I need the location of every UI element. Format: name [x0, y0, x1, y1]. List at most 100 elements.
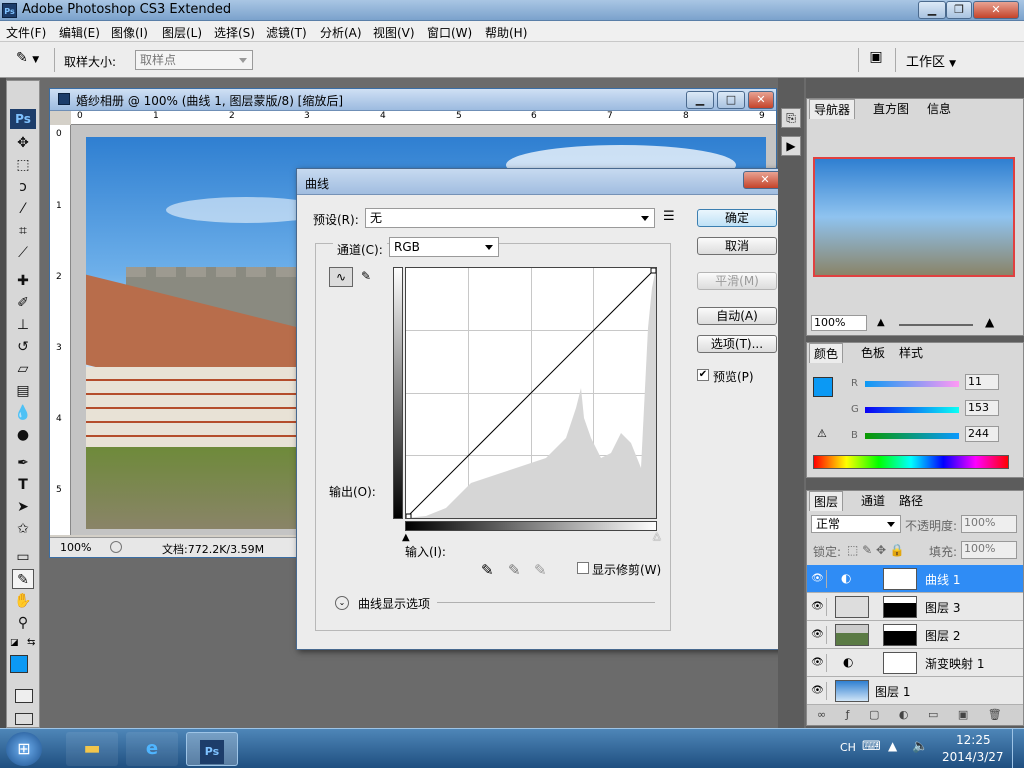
color-spectrum-ramp[interactable]	[813, 455, 1009, 469]
zoom-in-icon[interactable]: ▲	[985, 315, 994, 329]
dodge-tool-icon[interactable]: ●	[12, 425, 34, 445]
layer-1[interactable]: 👁 图层 1	[807, 677, 1023, 705]
green-value-field[interactable]: 153	[965, 400, 999, 416]
tab-styles[interactable]: 样式	[895, 343, 927, 363]
tab-swatches[interactable]: 色板	[857, 343, 889, 363]
ie-taskbar-button[interactable]: e	[126, 732, 178, 766]
curve-point[interactable]	[406, 513, 412, 518]
type-tool-icon[interactable]: T	[12, 475, 34, 495]
clock-date[interactable]: 2014/3/27	[942, 750, 1004, 764]
menu-view[interactable]: 视图(V)	[373, 24, 415, 41]
eraser-tool-icon[interactable]: ▱	[12, 359, 34, 379]
menu-image[interactable]: 图像(I)	[111, 24, 148, 41]
magic-wand-tool-icon[interactable]: ⁄	[12, 199, 34, 219]
workspace-button[interactable]: 工作区 ▼	[906, 51, 956, 70]
blend-mode-select[interactable]: 正常	[811, 515, 901, 533]
opacity-field[interactable]: 100%	[961, 515, 1017, 533]
tab-color[interactable]: 颜色	[809, 343, 844, 363]
curve-edit-points-button[interactable]: ∿	[329, 267, 353, 287]
ok-button[interactable]: 确定	[697, 209, 777, 227]
crop-tool-icon[interactable]: ⌗	[12, 221, 34, 241]
eye-icon[interactable]: 👁	[809, 598, 827, 616]
notes-tool-icon[interactable]: ▭	[12, 547, 34, 567]
black-point-slider[interactable]: ▲	[402, 532, 410, 543]
layers-panel-footer[interactable]: ∞ ƒ ▢ ◐ ▭ ▣ 🗑	[807, 705, 1023, 725]
gray-eyedropper-icon[interactable]: ✎	[508, 561, 521, 579]
menu-layer[interactable]: 图层(L)	[162, 24, 202, 41]
white-point-slider[interactable]: △	[653, 531, 661, 542]
green-slider[interactable]	[865, 407, 959, 413]
zoom-tool-icon[interactable]: ⚲	[12, 613, 34, 633]
doc-minimize-button[interactable]: ▁	[686, 91, 714, 109]
sample-size-select[interactable]: 取样点	[135, 50, 253, 70]
curve-graph[interactable]	[405, 267, 657, 519]
dialog-title-bar[interactable]: 曲线 ✕	[297, 169, 793, 195]
show-desktop-button[interactable]	[1012, 729, 1024, 768]
file-browser-button[interactable]: ▣	[864, 49, 888, 71]
out-of-gamut-icon[interactable]: ⚠	[817, 427, 827, 440]
pencil-draw-button[interactable]: ✎	[355, 267, 377, 287]
explorer-taskbar-button[interactable]: ▬	[66, 732, 118, 766]
smooth-button[interactable]: 平滑(M)	[697, 272, 777, 290]
options-button[interactable]: 选项(T)...	[697, 335, 777, 353]
document-title-bar[interactable]: 婚纱相册 @ 100% (曲线 1, 图层蒙版/8) [缩放后] ▁ □ ✕	[50, 89, 776, 111]
menu-analysis[interactable]: 分析(A)	[320, 24, 362, 41]
white-eyedropper-icon[interactable]: ✎	[534, 561, 547, 579]
slice-tool-icon[interactable]: ⟋	[12, 243, 34, 263]
layer-mask-thumbnail[interactable]	[883, 652, 917, 674]
actions-panel-icon[interactable]: ▶	[781, 136, 801, 156]
zoom-out-icon[interactable]: ▲	[877, 317, 885, 328]
eye-icon[interactable]: 👁	[809, 682, 827, 700]
brush-tool-icon[interactable]: ✐	[12, 293, 34, 313]
menu-help[interactable]: 帮助(H)	[485, 24, 527, 41]
photoshop-taskbar-button[interactable]: Ps	[186, 732, 238, 766]
path-selection-tool-icon[interactable]: ➤	[12, 497, 34, 517]
blue-slider[interactable]	[865, 433, 959, 439]
shape-tool-icon[interactable]: ✩	[12, 519, 34, 539]
doc-maximize-button[interactable]: □	[717, 91, 745, 109]
eyedropper-tool-icon[interactable]: ✎	[12, 569, 34, 589]
zoom-level[interactable]: 100%	[60, 541, 91, 554]
eyedropper-tool-preset-picker[interactable]: ✎ ▼	[16, 50, 46, 70]
pen-tool-icon[interactable]: ✒	[12, 453, 34, 473]
layer-curves-1[interactable]: 👁 ◐ 曲线 1	[807, 565, 1023, 593]
swap-colors-icon[interactable]: ⇆	[27, 637, 35, 648]
preset-options-icon[interactable]: ☰	[663, 209, 675, 224]
status-menu-icon[interactable]	[110, 541, 122, 553]
channel-select[interactable]: RGB	[389, 237, 499, 257]
auto-button[interactable]: 自动(A)	[697, 307, 777, 325]
tab-histogram[interactable]: 直方图	[869, 99, 913, 119]
default-colors-icon[interactable]: ◪	[10, 638, 19, 648]
eye-icon[interactable]: 👁	[809, 626, 827, 644]
zoom-slider[interactable]	[899, 324, 973, 326]
keyboard-icon[interactable]: ⌨	[862, 739, 881, 754]
menu-window[interactable]: 窗口(W)	[427, 24, 472, 41]
tray-expand-icon[interactable]: ▲	[888, 739, 897, 753]
expand-options-button[interactable]: ⌄	[335, 596, 349, 610]
clone-stamp-tool-icon[interactable]: ⊥	[12, 315, 34, 335]
hand-tool-icon[interactable]: ✋	[12, 591, 34, 611]
tab-channels[interactable]: 通道	[857, 491, 889, 511]
marquee-tool-icon[interactable]: ⬚	[12, 155, 34, 175]
gradient-tool-icon[interactable]: ▤	[12, 381, 34, 401]
black-eyedropper-icon[interactable]: ✎	[481, 561, 494, 579]
eye-icon[interactable]: 👁	[809, 570, 827, 588]
menu-edit[interactable]: 编辑(E)	[59, 24, 100, 41]
menu-file[interactable]: 文件(F)	[6, 24, 46, 41]
eye-icon[interactable]: 👁	[809, 654, 827, 672]
curve-point[interactable]	[650, 268, 656, 274]
menu-filter[interactable]: 滤镜(T)	[266, 24, 307, 41]
fill-field[interactable]: 100%	[961, 541, 1017, 559]
lock-icons[interactable]: ⬚ ✎ ✥ 🔒	[847, 543, 905, 557]
blue-value-field[interactable]: 244	[965, 426, 999, 442]
start-button[interactable]: ⊞	[6, 732, 42, 766]
preset-select[interactable]: 无	[365, 208, 655, 228]
history-brush-tool-icon[interactable]: ↺	[12, 337, 34, 357]
doc-close-button[interactable]: ✕	[748, 91, 774, 109]
red-slider[interactable]	[865, 381, 959, 387]
layer-3[interactable]: 👁 图层 3	[807, 593, 1023, 621]
quick-mask-icon[interactable]	[15, 689, 33, 703]
foreground-color-swatch[interactable]	[10, 655, 28, 673]
tab-paths[interactable]: 路径	[895, 491, 927, 511]
maximize-button[interactable]: ❐	[946, 1, 972, 19]
